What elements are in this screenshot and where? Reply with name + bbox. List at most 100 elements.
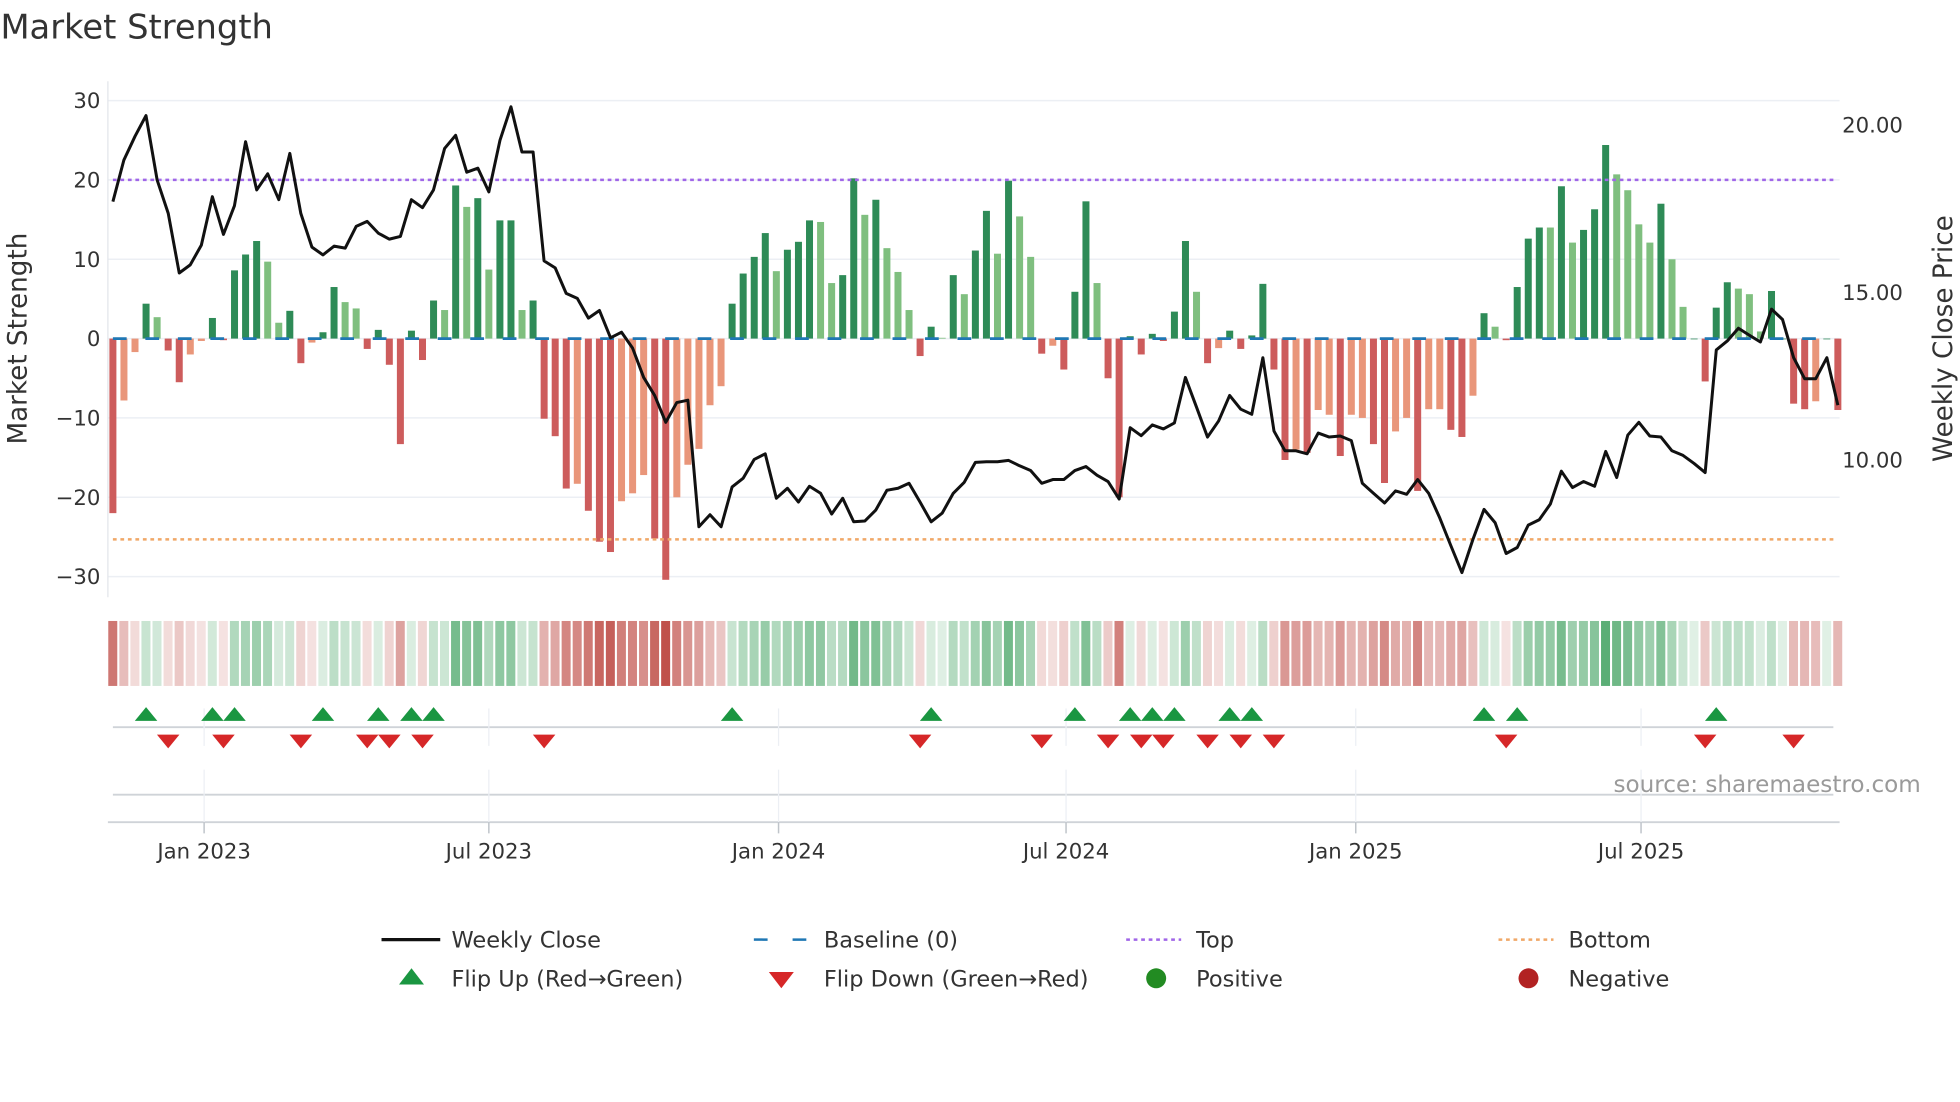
strip-cell (1833, 620, 1843, 686)
flip-down-marker (532, 734, 556, 749)
strip-cell (340, 620, 350, 686)
strip-cell (849, 620, 859, 686)
left-y-axis-ticks: 30 20 10 0 −10 −20 −30 (56, 89, 101, 590)
strip-cell (616, 620, 626, 686)
strip-cell (119, 620, 129, 686)
strip-cell (1822, 620, 1832, 686)
y-tick-label: −30 (56, 565, 101, 590)
strip-cell (694, 620, 704, 686)
flip-down-marker (355, 734, 379, 749)
strength-bar (1038, 338, 1046, 354)
strip-cell (1777, 620, 1787, 686)
strength-bar (1812, 338, 1820, 402)
flip-down-marker (1129, 734, 1153, 749)
flip-down-marker (411, 734, 434, 749)
flip-up-marker (134, 707, 158, 721)
strength-bar (828, 283, 836, 339)
green-dot-icon (1146, 968, 1167, 989)
strip-cell (815, 620, 825, 686)
strip-cell (473, 620, 483, 686)
strength-bar (1193, 291, 1201, 339)
strength-bar (629, 338, 637, 494)
strength-bar (872, 199, 880, 339)
strength-bar (1723, 282, 1731, 339)
y-tick-label: 20 (73, 168, 100, 193)
left-y-axis-title: Market Strength (4, 233, 34, 445)
strength-bar (1491, 326, 1499, 339)
strength-bar (1104, 338, 1112, 379)
strip-cell (1556, 620, 1566, 686)
strip-cell (1601, 620, 1611, 686)
strip-cell (1413, 620, 1423, 686)
strength-bar (1635, 224, 1643, 339)
strength-bar (297, 338, 305, 364)
strip-cell (1236, 620, 1246, 686)
market-strength-chart: Market Strength 30 20 10 0 −10 −20 −30 20.00 15… (0, 8, 1959, 993)
strength-bar (916, 338, 924, 357)
legend-label: Flip Up (Red→Green) (451, 966, 683, 992)
strength-bar (1082, 201, 1090, 339)
strength-bar (728, 303, 736, 339)
x-tick-label: Jan 2025 (1307, 839, 1403, 864)
strength-bar (806, 220, 814, 339)
strength-bar (109, 338, 117, 514)
strength-bar (1071, 291, 1079, 339)
strip-cell (1225, 620, 1235, 686)
strip-cell (672, 620, 682, 686)
strength-bar (1546, 227, 1554, 339)
strength-bar (1568, 242, 1576, 339)
strength-bar (1016, 216, 1024, 339)
x-tick-label: Jul 2024 (1021, 839, 1109, 864)
strip-cell (948, 620, 958, 686)
strip-cell (1136, 620, 1146, 686)
strength-bar (1115, 338, 1123, 498)
strip-cell (1578, 620, 1588, 686)
strip-cell (1026, 620, 1036, 686)
strip-cell (1766, 620, 1776, 686)
strip-cell (274, 620, 284, 686)
strip-cell (395, 620, 405, 686)
strength-bar (662, 338, 670, 580)
strength-bar (783, 249, 791, 339)
strength-bar (1292, 338, 1300, 450)
flip-up-marker (1163, 707, 1186, 721)
strip-cell (1623, 620, 1633, 686)
strength-bar (286, 310, 294, 339)
strip-cell (152, 620, 162, 686)
triangle-down-icon (768, 972, 794, 989)
strength-bar (197, 338, 205, 341)
x-tick-label: Jul 2025 (1596, 839, 1684, 864)
strip-cell (594, 620, 604, 686)
strength-bar (1602, 145, 1610, 339)
flip-up-marker (919, 707, 943, 721)
strength-bar (761, 233, 769, 339)
y2-tick-label: 10.00 (1842, 448, 1903, 473)
strength-bar (1303, 338, 1311, 453)
strength-bar (739, 273, 747, 339)
strength-bar (1392, 338, 1400, 432)
strip-cell (517, 620, 527, 686)
strip-cell (1479, 620, 1489, 686)
legend-item-weekly-close: Weekly Close (381, 928, 601, 954)
strength-bar (1668, 259, 1676, 339)
strength-bar (175, 338, 183, 383)
strength-bar (1414, 338, 1422, 491)
strip-cell (462, 620, 472, 686)
strip-cell (428, 620, 438, 686)
strip-cell (1169, 620, 1179, 686)
legend-label: Bottom (1568, 928, 1650, 954)
strip-cell (351, 620, 361, 686)
strength-bar (1524, 238, 1532, 339)
strength-bar (1259, 283, 1267, 339)
strip-cell (141, 620, 151, 686)
strip-cell (1744, 620, 1754, 686)
strength-bar (971, 250, 979, 339)
y-tick-label: 30 (73, 89, 100, 114)
legend-label: Top (1195, 928, 1234, 954)
legend-label: Flip Down (Green→Red) (824, 966, 1089, 992)
strength-bar (363, 338, 371, 349)
strip-cell (1191, 620, 1201, 686)
strip-cell (1711, 620, 1721, 686)
strength-bar (562, 338, 570, 489)
strip-cell (1667, 620, 1677, 686)
